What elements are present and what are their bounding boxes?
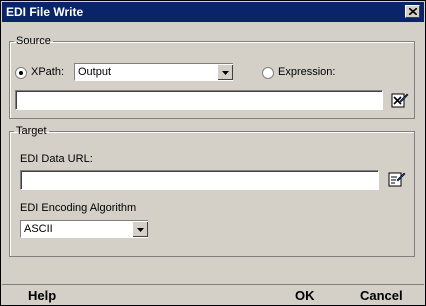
encoding-label: EDI Encoding Algorithm [20, 202, 137, 214]
edi-url-field[interactable] [20, 170, 379, 190]
close-button[interactable] [405, 5, 420, 18]
xpath-label: XPath: [31, 66, 65, 78]
button-bar: Help OK Cancel [2, 284, 424, 305]
dialog-window: EDI File Write Source XPath: Output Expr… [0, 0, 426, 306]
xpath-text-field[interactable] [15, 90, 383, 110]
ok-button[interactable]: OK [295, 288, 315, 303]
expression-radio[interactable] [262, 67, 274, 79]
dropdown-arrow-icon [222, 71, 229, 75]
target-legend: Target [16, 125, 47, 137]
window-title: EDI File Write [6, 5, 84, 19]
dropdown-arrow-icon [137, 228, 144, 232]
expression-label: Expression: [278, 66, 336, 78]
encoding-select[interactable]: ASCII [20, 220, 148, 238]
edit-url-icon[interactable] [388, 170, 406, 188]
source-legend: Source [16, 35, 51, 47]
help-button[interactable]: Help [28, 288, 56, 303]
xpath-radio[interactable] [15, 67, 27, 79]
close-icon [409, 8, 417, 15]
encoding-select-value: ASCII [24, 223, 53, 235]
xpath-editor-icon[interactable] [391, 91, 409, 109]
xpath-select[interactable]: Output [74, 63, 233, 81]
xpath-select-arrow[interactable] [217, 64, 233, 80]
cancel-button[interactable]: Cancel [360, 288, 403, 303]
edi-url-label: EDI Data URL: [20, 153, 93, 165]
encoding-select-arrow[interactable] [132, 221, 148, 237]
title-bar: EDI File Write [2, 2, 424, 22]
xpath-select-value: Output [78, 66, 112, 78]
